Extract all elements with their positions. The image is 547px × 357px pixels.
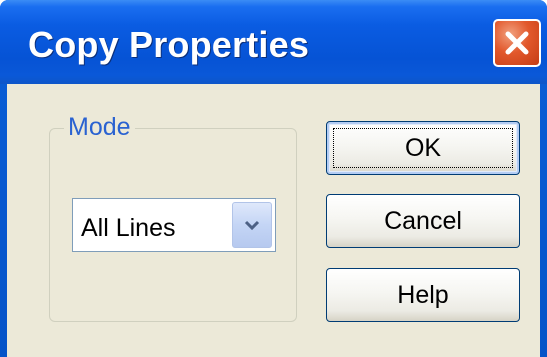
title-bar[interactable]: Copy Properties: [0, 0, 547, 84]
mode-dropdown[interactable]: All Lines: [72, 198, 276, 252]
mode-dropdown-value: All Lines: [81, 214, 176, 242]
ok-button-label: OK: [404, 134, 442, 162]
cancel-button[interactable]: Cancel: [326, 194, 520, 248]
ok-button[interactable]: OK: [326, 121, 520, 175]
dropdown-arrow-button[interactable]: [232, 202, 272, 248]
close-icon: [505, 31, 529, 55]
mode-group-label: Mode: [64, 111, 135, 143]
help-button-label: Help: [397, 281, 449, 309]
cancel-button-label: Cancel: [384, 207, 462, 235]
window-title: Copy Properties: [28, 24, 310, 65]
close-button[interactable]: [493, 19, 541, 67]
help-button[interactable]: Help: [326, 268, 520, 322]
chevron-down-icon: [244, 220, 260, 231]
